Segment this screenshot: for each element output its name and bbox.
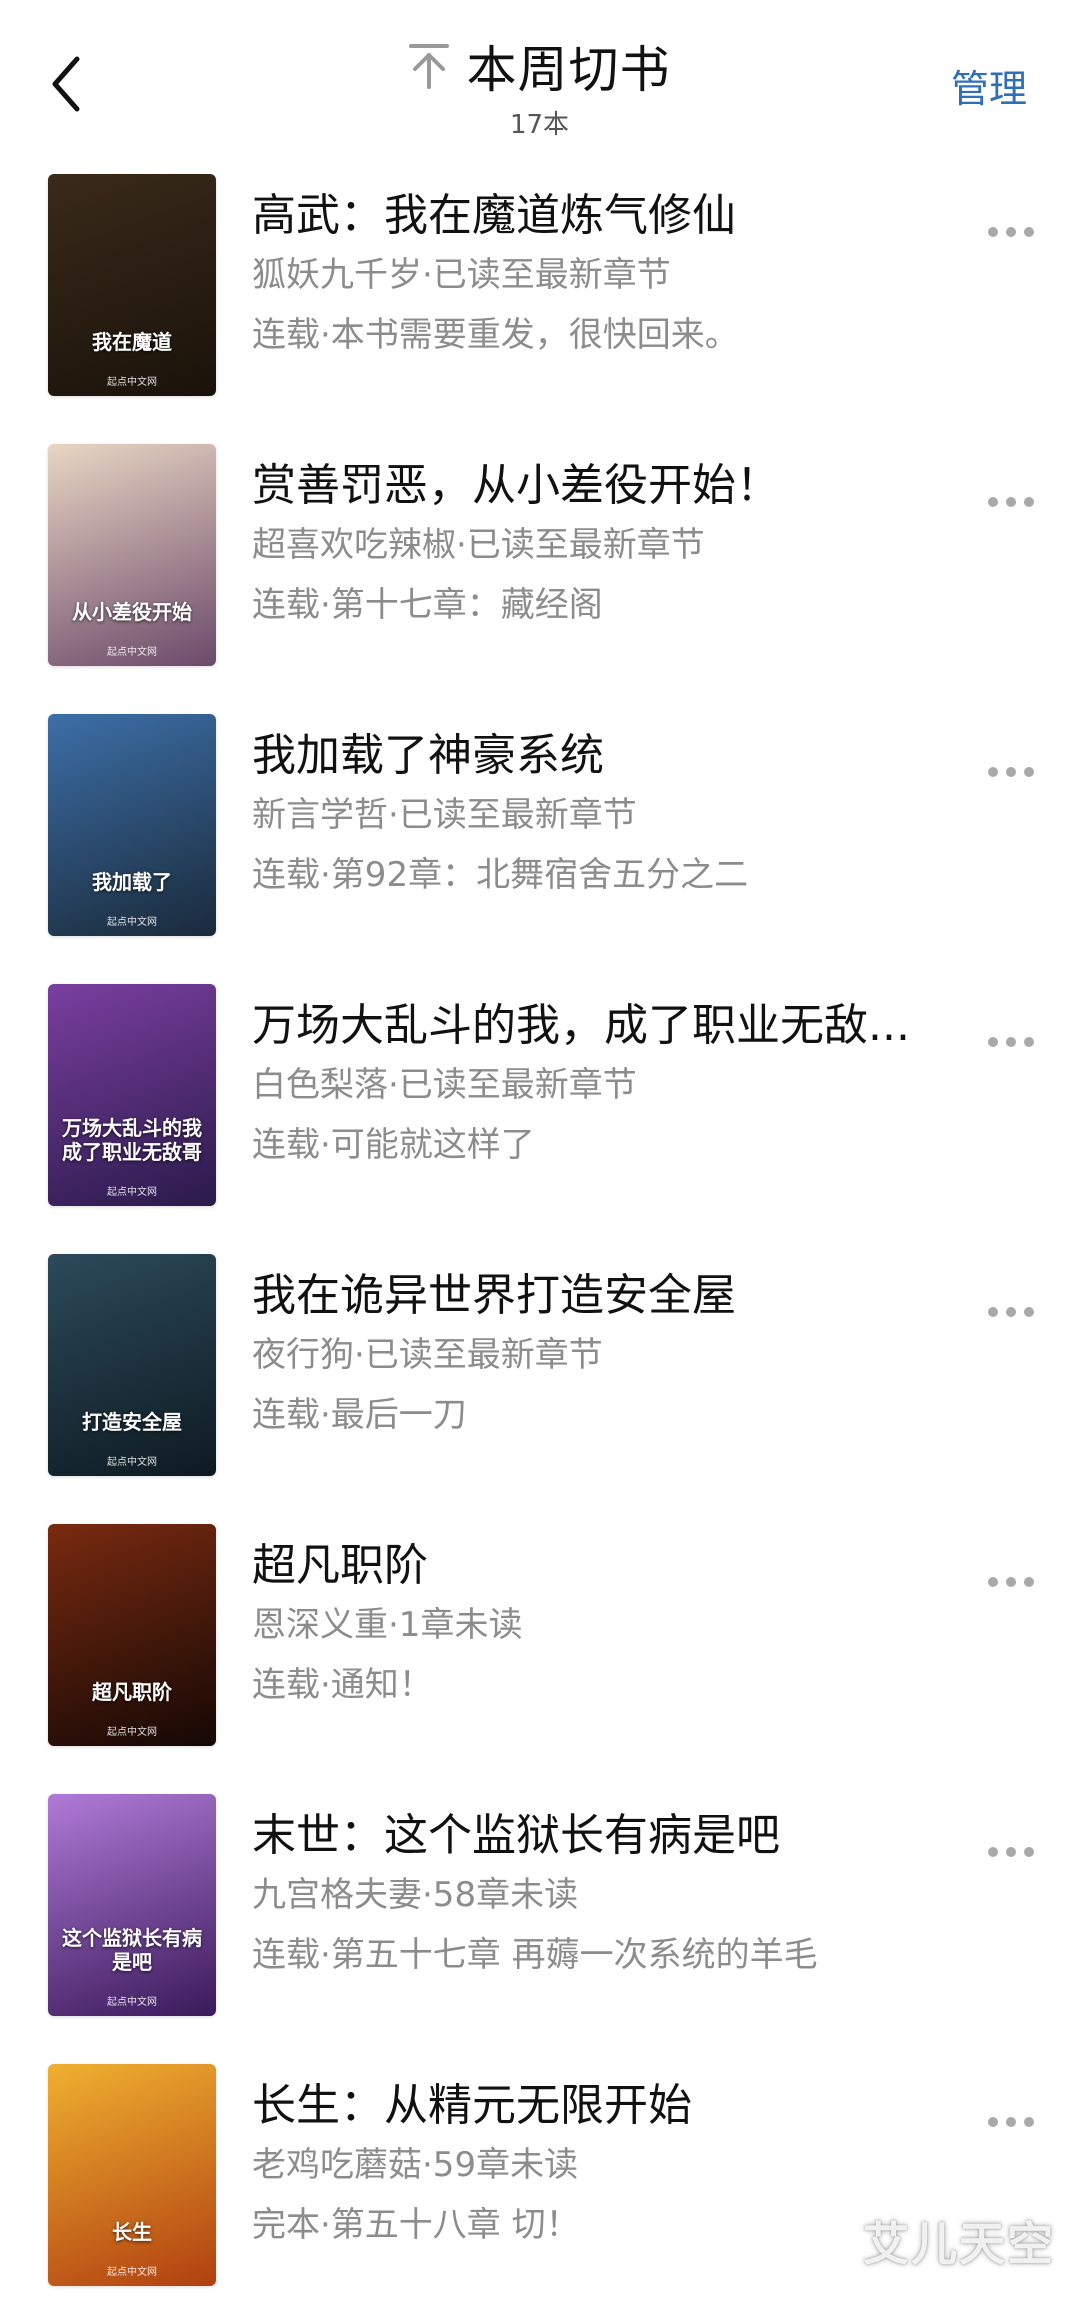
book-meta: 恩深义重·1章未读 [252,1605,523,1645]
book-title[interactable]: 末世：这个监狱长有病是吧 [252,1808,952,1864]
cover-publisher: 起点中文网 [107,1457,157,1468]
book-info: 末世：这个监狱长有病是吧 九宫格夫妻·58章未读 连载·第五十七章 再薅一次系统… [252,1808,952,1978]
cover-publisher: 起点中文网 [107,1727,157,1738]
book-title[interactable]: 超凡职阶 [252,1538,952,1594]
more-options-button[interactable] [979,1292,1043,1332]
book-meta: 老鸡吃蘑菇·59章未读 [252,2145,579,2185]
more-options-button[interactable] [979,2102,1043,2142]
title-row: 本周切书 [408,30,671,102]
more-options-button[interactable] [979,482,1043,522]
book-list-item[interactable]: 打造安全屋 起点中文网 我在诡异世界打造安全屋 夜行狗·已读至最新章节 连载·最… [0,1250,1079,1520]
book-status: 连载·通知！ [252,1665,433,1705]
book-list-item[interactable]: 超凡职阶 起点中文网 超凡职阶 恩深义重·1章未读 连载·通知！ [0,1520,1079,1790]
cover-title: 超凡职阶 [92,1680,172,1704]
cover-publisher: 起点中文网 [107,2267,157,2278]
book-cover[interactable]: 我加载了 起点中文网 [48,714,216,936]
book-cover[interactable]: 我在魔道 起点中文网 [48,174,216,396]
more-dots-icon [988,1847,1034,1857]
more-dots-icon [988,1577,1034,1587]
book-meta: 超喜欢吃辣椒·已读至最新章节 [252,525,705,565]
book-info: 高武：我在魔道炼气修仙 狐妖九千岁·已读至最新章节 连载·本书需要重发，很快回来… [252,188,952,358]
cover-publisher: 起点中文网 [107,1997,157,2008]
book-cover[interactable]: 长生 起点中文网 [48,2064,216,2286]
book-info: 长生：从精元无限开始 老鸡吃蘑菇·59章未读 完本·第五十八章 切！ [252,2078,952,2248]
book-info: 赏善罚恶，从小差役开始！ 超喜欢吃辣椒·已读至最新章节 连载·第十七章：藏经阁 [252,458,952,628]
book-list-item[interactable]: 这个监狱长有病是吧 起点中文网 末世：这个监狱长有病是吧 九宫格夫妻·58章未读… [0,1790,1079,2060]
cover-title: 长生 [112,2220,152,2244]
book-list-item[interactable]: 从小差役开始 起点中文网 赏善罚恶，从小差役开始！ 超喜欢吃辣椒·已读至最新章节… [0,440,1079,710]
more-options-button[interactable] [979,1832,1043,1872]
book-meta: 新言学哲·已读至最新章节 [252,795,637,835]
more-dots-icon [988,227,1034,237]
book-status: 连载·可能就这样了 [252,1125,535,1165]
cover-title: 这个监狱长有病是吧 [62,1926,202,1974]
cover-publisher: 起点中文网 [107,647,157,658]
cover-title: 从小差役开始 [72,600,192,624]
book-title[interactable]: 万场大乱斗的我，成了职业无敌... [252,998,952,1054]
book-status: 完本·第五十八章 切！ [252,2205,580,2245]
book-meta: 九宫格夫妻·58章未读 [252,1875,579,1915]
book-status: 连载·第92章：北舞宿舍五分之二 [252,855,749,895]
book-status: 连载·第十七章：藏经阁 [252,585,603,625]
more-dots-icon [988,1307,1034,1317]
book-list-item[interactable]: 我加载了 起点中文网 我加载了神豪系统 新言学哲·已读至最新章节 连载·第92章… [0,710,1079,980]
book-list-item[interactable]: 万场大乱斗的我成了职业无敌哥 起点中文网 万场大乱斗的我，成了职业无敌... 白… [0,980,1079,1250]
book-cover[interactable]: 万场大乱斗的我成了职业无敌哥 起点中文网 [48,984,216,1206]
book-meta: 白色梨落·已读至最新章节 [252,1065,637,1105]
book-cover[interactable]: 超凡职阶 起点中文网 [48,1524,216,1746]
more-dots-icon [988,497,1034,507]
cover-publisher: 起点中文网 [107,1187,157,1198]
book-info: 超凡职阶 恩深义重·1章未读 连载·通知！ [252,1538,952,1708]
book-count: 17本 [509,110,570,140]
book-title[interactable]: 我在诡异世界打造安全屋 [252,1268,952,1324]
book-info: 我加载了神豪系统 新言学哲·已读至最新章节 连载·第92章：北舞宿舍五分之二 [252,728,952,898]
more-dots-icon [988,767,1034,777]
more-dots-icon [988,1037,1034,1047]
more-options-button[interactable] [979,212,1043,252]
book-status: 连载·最后一刀 [252,1395,467,1435]
book-title[interactable]: 我加载了神豪系统 [252,728,952,784]
book-info: 我在诡异世界打造安全屋 夜行狗·已读至最新章节 连载·最后一刀 [252,1268,952,1438]
watermark: 艾儿天空 [863,2217,1055,2271]
book-list: 我在魔道 起点中文网 高武：我在魔道炼气修仙 狐妖九千岁·已读至最新章节 连载·… [0,170,1079,2304]
cover-title: 我加载了 [92,870,172,894]
manage-button[interactable]: 管理 [951,58,1027,113]
book-cover[interactable]: 从小差役开始 起点中文网 [48,444,216,666]
cover-publisher: 起点中文网 [107,377,157,388]
book-cover[interactable]: 打造安全屋 起点中文网 [48,1254,216,1476]
book-list-item[interactable]: 我在魔道 起点中文网 高武：我在魔道炼气修仙 狐妖九千岁·已读至最新章节 连载·… [0,170,1079,440]
book-meta: 夜行狗·已读至最新章节 [252,1335,603,1375]
more-options-button[interactable] [979,752,1043,792]
cover-title: 万场大乱斗的我成了职业无敌哥 [62,1116,202,1164]
more-options-button[interactable] [979,1562,1043,1602]
more-dots-icon [988,2117,1034,2127]
book-cover[interactable]: 这个监狱长有病是吧 起点中文网 [48,1794,216,2016]
page-title: 本周切书 [466,41,671,99]
book-info: 万场大乱斗的我，成了职业无敌... 白色梨落·已读至最新章节 连载·可能就这样了 [252,998,952,1168]
page: 本周切书 17本 管理 我在魔道 起点中文网 高武：我在魔道炼气修仙 狐妖九千岁… [0,0,1079,2304]
cover-publisher: 起点中文网 [107,917,157,928]
arrow-up-to-top-icon [408,43,449,89]
book-meta: 狐妖九千岁·已读至最新章节 [252,255,671,295]
header: 本周切书 17本 管理 [0,0,1079,160]
cover-title: 打造安全屋 [82,1410,182,1434]
book-title[interactable]: 长生：从精元无限开始 [252,2078,952,2134]
cover-title: 我在魔道 [92,330,172,354]
book-status: 连载·本书需要重发，很快回来。 [252,315,739,355]
book-title[interactable]: 赏善罚恶，从小差役开始！ [252,458,952,514]
book-status: 连载·第五十七章 再薅一次系统的羊毛 [252,1935,818,1975]
header-center: 本周切书 17本 [0,30,1079,141]
more-options-button[interactable] [979,1022,1043,1062]
book-title[interactable]: 高武：我在魔道炼气修仙 [252,188,952,244]
